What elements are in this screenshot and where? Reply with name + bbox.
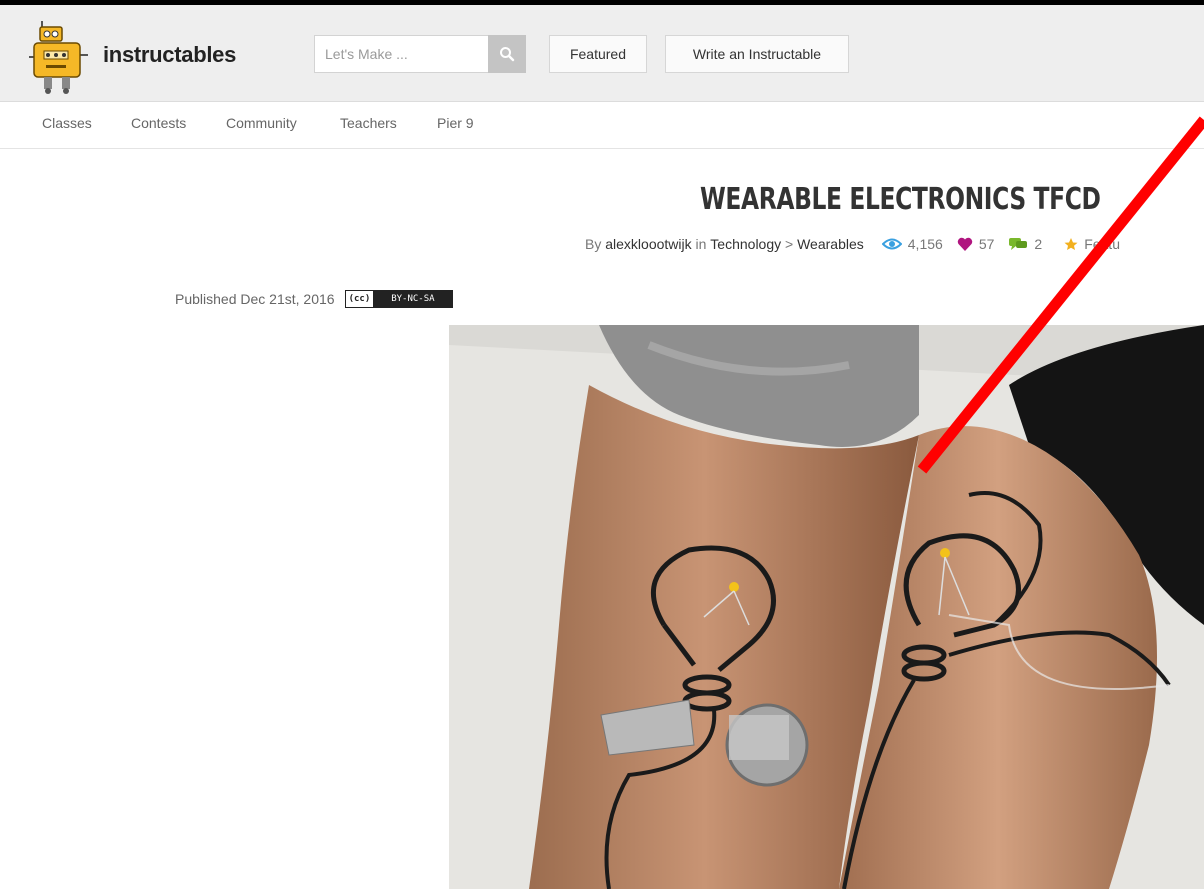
comments-stat: 2 — [1008, 236, 1042, 252]
top-header: instructables Featured Write an Instruct… — [0, 5, 1204, 102]
favorites-count: 57 — [978, 236, 995, 252]
cc-logo: (cc) — [345, 291, 375, 307]
search-box — [314, 35, 526, 73]
author-link[interactable]: alexkloootwijk — [605, 236, 691, 252]
views-count: 4,156 — [907, 236, 943, 252]
featured-label: Featu — [1084, 236, 1120, 252]
search-input[interactable] — [314, 35, 488, 73]
featured-button[interactable]: Featured — [549, 35, 647, 73]
search-icon — [500, 47, 515, 62]
eye-icon — [881, 238, 902, 250]
favorites-stat: 57 — [957, 236, 995, 252]
star-icon — [1064, 238, 1078, 250]
license-text: BY-NC-SA — [374, 291, 452, 307]
by-label: By — [585, 236, 602, 252]
featured-stat: Featu — [1064, 236, 1120, 252]
page: instructables Featured Write an Instruct… — [0, 5, 1204, 889]
heart-icon — [957, 237, 973, 251]
breadcrumb-separator: > — [785, 236, 794, 252]
search-button[interactable] — [488, 35, 526, 73]
nav-item-pier9[interactable]: Pier 9 — [437, 115, 474, 131]
nav-item-teachers[interactable]: Teachers — [340, 115, 397, 131]
article-meta: By alexkloootwijk in Technology > Wearab… — [585, 236, 1120, 252]
main-photo[interactable] — [449, 325, 1204, 889]
sub-navigation: Classes Contests Community Teachers Pier… — [0, 102, 1204, 149]
category-link[interactable]: Technology — [710, 236, 781, 252]
subcategory-link[interactable]: Wearables — [797, 236, 864, 252]
nav-item-contests[interactable]: Contests — [131, 115, 186, 131]
comments-count: 2 — [1034, 236, 1043, 252]
published-info: Published Dec 21st, 2016 (cc) BY-NC-SA — [175, 290, 453, 308]
instructables-robot-logo[interactable] — [26, 15, 96, 95]
views-stat: 4,156 — [881, 236, 943, 252]
write-instructable-button[interactable]: Write an Instructable — [665, 35, 849, 73]
license-badge[interactable]: (cc) BY-NC-SA — [344, 290, 453, 308]
nav-item-community[interactable]: Community — [226, 115, 297, 131]
in-label: in — [695, 236, 707, 252]
nav-item-classes[interactable]: Classes — [42, 115, 92, 131]
published-date: Published Dec 21st, 2016 — [175, 291, 335, 307]
brand-name[interactable]: instructables — [103, 42, 236, 68]
comment-icon — [1009, 238, 1028, 250]
article-title: WEARABLE ELECTRONICS TFCD — [700, 182, 1101, 217]
